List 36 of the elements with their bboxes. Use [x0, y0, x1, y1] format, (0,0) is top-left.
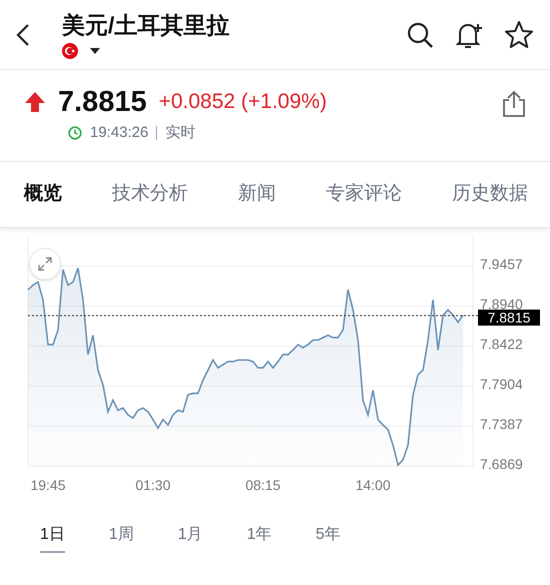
search-icon[interactable]	[406, 20, 434, 48]
quote-time: 19:43:26	[90, 123, 148, 143]
expand-button[interactable]	[29, 248, 61, 280]
range-tab[interactable]: 1日	[40, 523, 65, 553]
x-axis-label: 08:15	[245, 477, 281, 493]
y-axis-label: 7.8940	[480, 296, 523, 312]
price: 7.8815	[58, 86, 147, 118]
tab[interactable]: 新闻	[238, 180, 276, 209]
price-change: +0.0852 (+1.09%)	[158, 89, 327, 116]
y-axis-label: 7.8422	[480, 336, 523, 352]
star-icon[interactable]	[504, 20, 534, 50]
tab[interactable]: 技术分析	[112, 180, 188, 209]
x-axis-label: 14:00	[355, 477, 391, 493]
share-icon[interactable]	[502, 90, 526, 118]
x-axis-label: 01:30	[135, 477, 171, 493]
page-title: 美元/土耳其里拉	[62, 10, 230, 38]
expand-icon	[37, 256, 53, 272]
y-axis-label: 7.9457	[480, 256, 523, 272]
clock-icon	[68, 126, 82, 140]
range-tab[interactable]: 5年	[316, 523, 341, 553]
range-tab[interactable]: 1月	[178, 523, 203, 553]
y-axis-label: 7.7387	[480, 416, 523, 432]
quote-status: 实时	[165, 123, 196, 143]
y-axis-label: 7.6869	[480, 456, 523, 472]
tab[interactable]: 历史数据	[452, 180, 528, 209]
y-axis-label: 7.7904	[480, 376, 523, 392]
current-price-badge: 7.8815	[478, 310, 540, 326]
caret-icon[interactable]	[90, 48, 100, 54]
flag-icon	[62, 42, 78, 58]
ref-line-label: 7.8815	[488, 310, 531, 326]
tab[interactable]: 专家评论	[326, 180, 402, 209]
up-arrow-icon	[24, 91, 46, 113]
range-tab[interactable]: 1年	[246, 523, 272, 553]
range-tab[interactable]: 1周	[108, 523, 134, 553]
tab[interactable]: 概览	[24, 180, 62, 209]
x-axis-label: 19:45	[30, 477, 66, 493]
